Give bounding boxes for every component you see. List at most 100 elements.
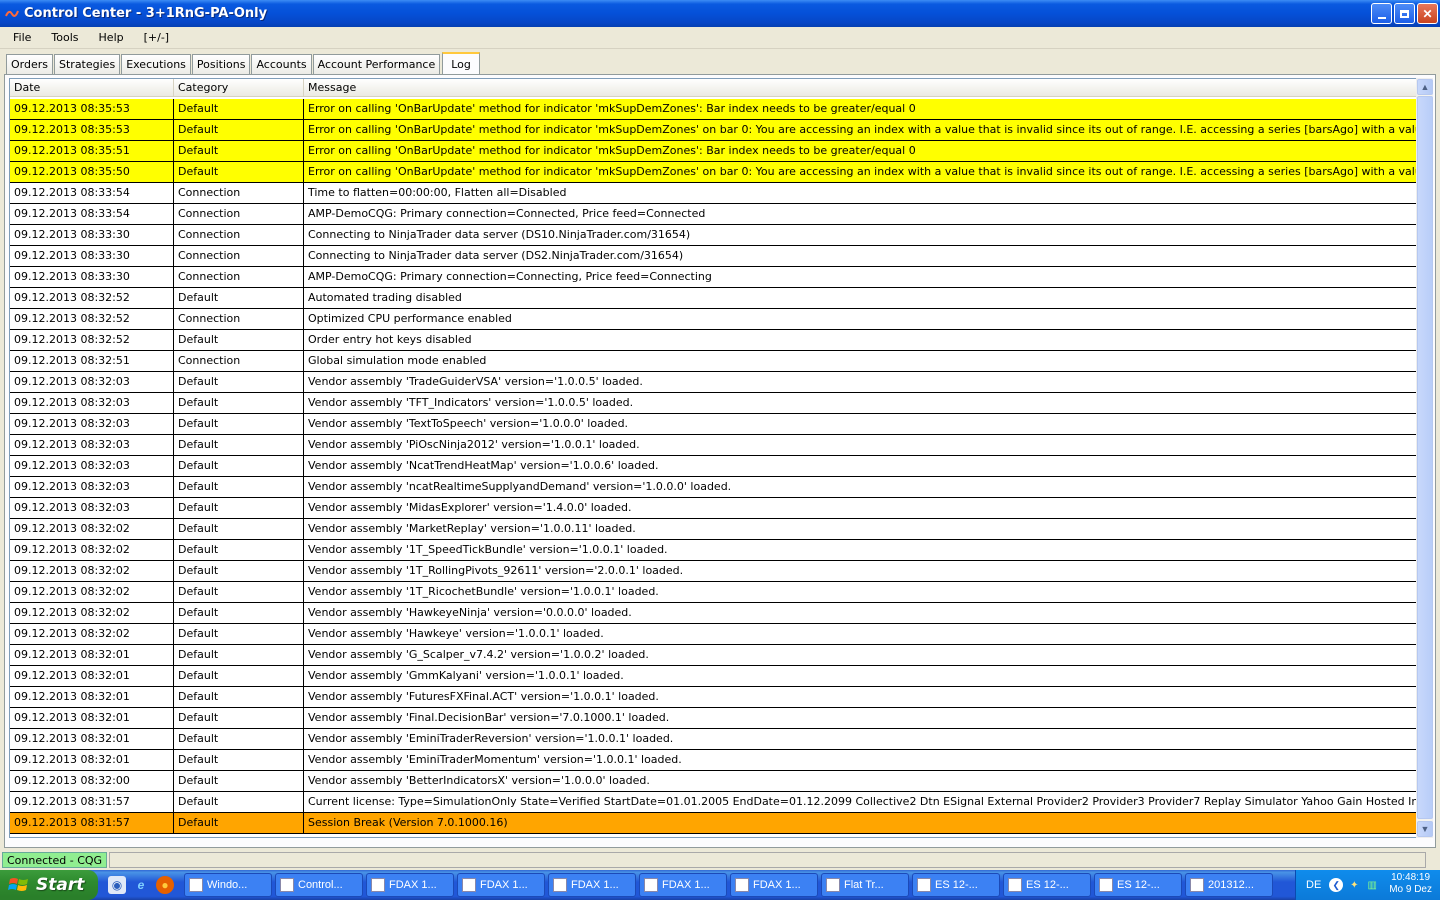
table-row[interactable]: 09.12.2013 08:32:00 Default Vendor assembl… <box>10 771 1418 792</box>
tab-positions[interactable]: Positions <box>191 54 251 74</box>
cell-date: 09.12.2013 08:33:54 <box>10 183 174 203</box>
cell-message: Vendor assembly '1T_SpeedTickBundle' ver… <box>304 540 1418 560</box>
table-row[interactable]: 09.12.2013 08:31:57 Default Current licens… <box>10 792 1418 813</box>
tab-account-performance[interactable]: Account Performance <box>312 54 441 74</box>
table-row[interactable]: 09.12.2013 08:32:01 Default Vendor assembl… <box>10 666 1418 687</box>
table-row[interactable]: 09.12.2013 08:35:53 Default Error on calli… <box>10 120 1418 141</box>
cell-date: 09.12.2013 08:33:30 <box>10 225 174 245</box>
window-icon <box>644 878 658 892</box>
firefox-icon[interactable]: ● <box>156 876 174 894</box>
table-row[interactable]: 09.12.2013 08:32:03 Default Vendor assembl… <box>10 456 1418 477</box>
taskbar-button[interactable]: FDAX 1... <box>548 873 636 897</box>
table-row[interactable]: 09.12.2013 08:32:01 Default Vendor assembl… <box>10 729 1418 750</box>
clock[interactable]: 10:48:19 Mo 9 Dez <box>1389 872 1432 896</box>
cell-category: Default <box>174 288 304 308</box>
cell-category: Connection <box>174 246 304 266</box>
cell-category: Default <box>174 141 304 161</box>
taskbar-button[interactable]: ES 12-... <box>1003 873 1091 897</box>
menu-file[interactable]: File <box>6 31 38 44</box>
menu-tools[interactable]: Tools <box>44 31 85 44</box>
cell-message: Error on calling 'OnBarUpdate' method fo… <box>304 162 1418 182</box>
cell-message: Vendor assembly 'NcatTrendHeatMap' versi… <box>304 456 1418 476</box>
tab-accounts[interactable]: Accounts <box>251 54 312 74</box>
table-row[interactable]: 09.12.2013 08:32:02 Default Vendor assembl… <box>10 519 1418 540</box>
table-row[interactable]: 09.12.2013 08:32:01 Default Vendor assembl… <box>10 645 1418 666</box>
column-header-message[interactable]: Message <box>304 79 1418 97</box>
table-row[interactable]: 09.12.2013 08:32:03 Default Vendor assembl… <box>10 372 1418 393</box>
table-row[interactable]: 09.12.2013 08:32:03 Default Vendor assembl… <box>10 477 1418 498</box>
vertical-scrollbar[interactable]: ▲ ▼ <box>1416 78 1433 838</box>
table-row[interactable]: 09.12.2013 08:32:01 Default Vendor assembl… <box>10 687 1418 708</box>
table-row[interactable]: 09.12.2013 08:31:57 Default Session Break … <box>10 813 1418 834</box>
taskbar-button[interactable]: Flat Tr... <box>821 873 909 897</box>
cell-message: Vendor assembly 'EminiTraderReversion' v… <box>304 729 1418 749</box>
table-row[interactable]: 09.12.2013 08:32:03 Default Vendor assembl… <box>10 498 1418 519</box>
table-row[interactable]: 09.12.2013 08:33:54 Connection Time to fla… <box>10 183 1418 204</box>
table-row[interactable]: 09.12.2013 08:33:30 Connection AMP-DemoCQG… <box>10 267 1418 288</box>
internet-explorer-icon[interactable]: e <box>132 876 150 894</box>
cell-category: Default <box>174 99 304 119</box>
show-desktop-icon[interactable]: ◉ <box>108 876 126 894</box>
restore-icon <box>1400 9 1409 18</box>
table-row[interactable]: 09.12.2013 08:32:03 Default Vendor assembl… <box>10 414 1418 435</box>
table-row[interactable]: 09.12.2013 08:32:52 Default Order entry ho… <box>10 330 1418 351</box>
cell-message: Vendor assembly 'FuturesFXFinal.ACT' ver… <box>304 687 1418 707</box>
table-row[interactable]: 09.12.2013 08:32:02 Default Vendor assembl… <box>10 603 1418 624</box>
tab-executions[interactable]: Executions <box>121 54 191 74</box>
taskbar-button[interactable]: 201312... <box>1185 873 1273 897</box>
menu-help[interactable]: Help <box>92 31 131 44</box>
table-row[interactable]: 09.12.2013 08:33:30 Connection Connecting … <box>10 225 1418 246</box>
table-row[interactable]: 09.12.2013 08:35:50 Default Error on calli… <box>10 162 1418 183</box>
cell-date: 09.12.2013 08:35:50 <box>10 162 174 182</box>
column-header-category[interactable]: Category <box>174 79 304 97</box>
table-row[interactable]: 09.12.2013 08:35:51 Default Error on calli… <box>10 141 1418 162</box>
table-row[interactable]: 09.12.2013 08:32:03 Default Vendor assembl… <box>10 393 1418 414</box>
window-title-bar[interactable]: Control Center - 3+1RnG-PA-Only ✕ <box>0 0 1440 27</box>
cell-category: Default <box>174 645 304 665</box>
table-row[interactable]: 09.12.2013 08:32:02 Default Vendor assembl… <box>10 540 1418 561</box>
table-row[interactable]: 09.12.2013 08:32:01 Default Vendor assembl… <box>10 750 1418 771</box>
table-row[interactable]: 09.12.2013 08:32:52 Connection Optimized C… <box>10 309 1418 330</box>
table-row[interactable]: 09.12.2013 08:32:02 Default Vendor assembl… <box>10 582 1418 603</box>
cell-date: 09.12.2013 08:32:02 <box>10 624 174 644</box>
table-row[interactable]: 09.12.2013 08:32:01 Default Vendor assembl… <box>10 708 1418 729</box>
scroll-down-button[interactable]: ▼ <box>1417 821 1433 837</box>
cell-date: 09.12.2013 08:32:52 <box>10 330 174 350</box>
tray-app-icon[interactable]: ▥ <box>1365 878 1379 892</box>
close-button[interactable]: ✕ <box>1417 3 1438 24</box>
language-indicator[interactable]: DE <box>1306 879 1321 891</box>
table-row[interactable]: 09.12.2013 08:32:51 Connection Global simu… <box>10 351 1418 372</box>
start-button[interactable]: Start <box>0 870 98 900</box>
taskbar-button[interactable]: FDAX 1... <box>457 873 545 897</box>
cell-category: Default <box>174 477 304 497</box>
tab-log[interactable]: Log <box>442 52 480 74</box>
menu-toggle[interactable]: [+/-] <box>137 31 176 44</box>
scroll-thumb[interactable] <box>1417 96 1433 819</box>
taskbar-button[interactable]: Windo... <box>184 873 272 897</box>
restore-button[interactable] <box>1394 3 1415 24</box>
cell-category: Default <box>174 582 304 602</box>
table-row[interactable]: 09.12.2013 08:32:52 Default Automated trad… <box>10 288 1418 309</box>
table-row[interactable]: 09.12.2013 08:32:03 Default Vendor assembl… <box>10 435 1418 456</box>
table-row[interactable]: 09.12.2013 08:33:30 Connection Connecting … <box>10 246 1418 267</box>
tab-orders[interactable]: Orders <box>6 54 53 74</box>
minimize-button[interactable] <box>1371 3 1392 24</box>
tray-network-icon[interactable]: ✦ <box>1347 878 1361 892</box>
taskbar-button[interactable]: ES 12-... <box>1094 873 1182 897</box>
table-row[interactable]: 09.12.2013 08:33:54 Connection AMP-DemoCQG… <box>10 204 1418 225</box>
taskbar-button[interactable]: ES 12-... <box>912 873 1000 897</box>
taskbar-button[interactable]: FDAX 1... <box>730 873 818 897</box>
taskbar-button-label: ES 12-... <box>935 879 978 891</box>
table-row[interactable]: 09.12.2013 08:35:53 Default Error on calli… <box>10 99 1418 120</box>
table-row[interactable]: 09.12.2013 08:32:02 Default Vendor assembl… <box>10 561 1418 582</box>
table-row[interactable]: 09.12.2013 08:32:02 Default Vendor assembl… <box>10 624 1418 645</box>
cell-date: 09.12.2013 08:32:03 <box>10 393 174 413</box>
scroll-up-button[interactable]: ▲ <box>1417 79 1433 95</box>
taskbar-button[interactable]: FDAX 1... <box>366 873 454 897</box>
column-header-date[interactable]: Date <box>10 79 174 97</box>
taskbar-button[interactable]: FDAX 1... <box>639 873 727 897</box>
tray-expand-icon[interactable]: ❮ <box>1329 878 1344 892</box>
taskbar-button[interactable]: Control... <box>275 873 363 897</box>
tab-strategies[interactable]: Strategies <box>54 54 121 74</box>
cell-message: AMP-DemoCQG: Primary connection=Connecti… <box>304 267 1418 287</box>
